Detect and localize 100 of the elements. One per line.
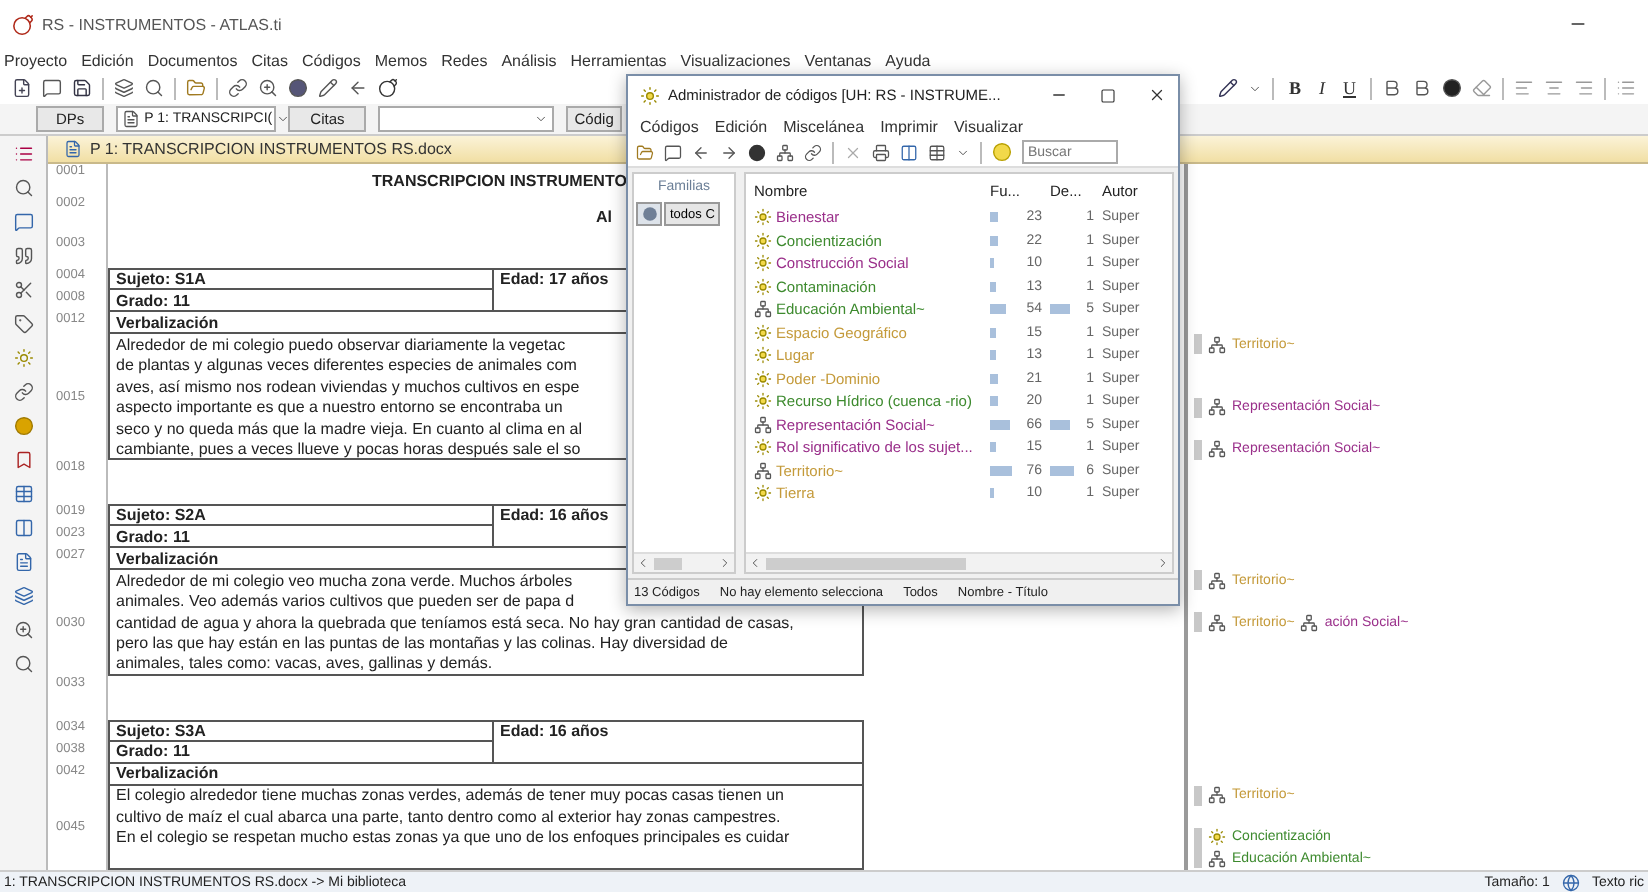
maximize-icon[interactable]	[1100, 87, 1116, 103]
zoom-in-icon[interactable]	[13, 620, 33, 640]
menu-item[interactable]: Redes	[441, 51, 488, 69]
comment-icon[interactable]	[42, 78, 62, 98]
scroll-right-icon[interactable]	[1156, 556, 1170, 570]
zoom-icon[interactable]	[258, 78, 278, 98]
quote-icon[interactable]	[13, 246, 33, 266]
layers-icon[interactable]	[114, 78, 134, 98]
menu-item[interactable]: Proyecto	[4, 51, 68, 69]
bookmark-icon[interactable]	[13, 450, 33, 470]
circle-icon[interactable]	[288, 78, 308, 98]
align-left-icon[interactable]	[1514, 78, 1534, 98]
menu-item[interactable]: Edición	[81, 51, 134, 69]
scroll-left-icon[interactable]	[748, 556, 762, 570]
sun-icon	[754, 438, 772, 457]
caret-icon[interactable]	[956, 145, 970, 159]
scissors-icon[interactable]	[13, 280, 33, 300]
comment-icon[interactable]	[13, 212, 33, 232]
menu-item[interactable]: Miscelánea	[783, 117, 865, 135]
menu-item[interactable]: Códigos	[640, 117, 699, 135]
circle-icon[interactable]	[748, 143, 766, 161]
layers-icon[interactable]	[13, 586, 33, 606]
paragraph-line: cambiante, pues a veces llueve y pocas horas después sale el so	[116, 439, 581, 458]
paragraph-line: cantidad de agua y ahora la quebrada que teníamos está seca. No hay gran cantidad de casas,	[116, 613, 794, 632]
list-icon[interactable]	[1616, 78, 1636, 98]
sun-icon	[754, 369, 772, 388]
table-icon[interactable]	[928, 143, 946, 161]
menu-item[interactable]: Ayuda	[885, 51, 931, 69]
margin-bracket	[1194, 439, 1202, 460]
format-button[interactable]: I	[1315, 78, 1329, 98]
globe-icon[interactable]	[1561, 873, 1580, 891]
frequency-bar	[990, 373, 998, 384]
tag-icon[interactable]	[13, 314, 33, 334]
bomb-icon[interactable]	[378, 78, 398, 98]
search-icon[interactable]	[144, 78, 164, 98]
columns-icon[interactable]	[900, 143, 918, 161]
menu-item[interactable]: Visualizaciones	[680, 51, 791, 69]
sun-icon	[754, 254, 772, 273]
document-icon[interactable]	[13, 552, 33, 572]
paragraph-line: animales, tales como: vacas, aves, gallinas y demás.	[116, 654, 493, 673]
section-heading: Verbalización	[116, 764, 219, 782]
format-button[interactable]: B	[1284, 78, 1305, 98]
horizontal-scrollbar[interactable]	[746, 552, 1172, 572]
menu-item[interactable]: Herramientas	[570, 51, 667, 69]
menu-item[interactable]: Edición	[714, 117, 768, 135]
menu-item[interactable]: Memos	[374, 51, 428, 69]
columns-icon[interactable]	[13, 518, 33, 538]
back-icon[interactable]	[348, 78, 368, 98]
caret-icon	[276, 112, 291, 126]
menu-item[interactable]: Ventanas	[804, 51, 872, 69]
scroll-left-icon[interactable]	[636, 556, 650, 570]
family-icon-button[interactable]	[636, 202, 662, 226]
network-icon	[1208, 440, 1226, 459]
frequency-bar	[990, 212, 999, 223]
pencil-icon[interactable]	[1218, 78, 1239, 98]
forward-icon[interactable]	[720, 143, 738, 161]
menu-item[interactable]: Documentos	[147, 51, 238, 69]
menu-item[interactable]: Códigos	[301, 51, 361, 69]
align-right-icon[interactable]	[1574, 78, 1594, 98]
color-icon[interactable]	[1442, 78, 1462, 98]
sun-icon	[754, 484, 772, 503]
network-icon	[1208, 571, 1226, 590]
link-icon[interactable]	[804, 143, 822, 161]
network-icon	[1208, 849, 1226, 868]
scroll-right-icon[interactable]	[718, 556, 732, 570]
document-tab[interactable]: P 1: TRANSCRIPCION INSTRUMENTOS RS.docx	[90, 140, 452, 158]
folder-icon[interactable]	[636, 143, 654, 161]
menu-item[interactable]: Visualizar	[953, 117, 1024, 135]
network-icon[interactable]	[776, 143, 794, 161]
comment-icon[interactable]	[664, 143, 682, 161]
paragraph-line: El colegio alrededor tiene muchas zonas verdes, además de tener muy pocas casas tienen un	[116, 786, 784, 805]
network-icon	[1208, 398, 1226, 417]
close-icon[interactable]	[1148, 86, 1166, 104]
pencil-icon[interactable]	[318, 78, 338, 98]
paragraph-line: pero las que hay están en las puntas de las montañas y las colinas. Hay diversidad de	[116, 634, 728, 653]
add-file-icon[interactable]	[12, 78, 32, 98]
paragraph-line: cultivo de maíz el cual abarca una parte, tanto dentro como al exterior hay zonas campestres.	[116, 807, 781, 826]
sun-icon	[754, 346, 772, 365]
back-icon[interactable]	[692, 143, 710, 161]
menu-item[interactable]: Imprimir	[880, 117, 938, 135]
print-icon[interactable]	[872, 143, 890, 161]
caret-icon[interactable]	[1248, 81, 1263, 95]
link-icon[interactable]	[228, 78, 248, 98]
table-icon[interactable]	[13, 484, 33, 504]
menu-item[interactable]: Citas	[251, 51, 288, 69]
margin-bracket	[1194, 785, 1202, 806]
align-center-icon[interactable]	[1544, 78, 1564, 98]
menu-item[interactable]: Análisis	[501, 51, 557, 69]
grade-label: Grado: 11	[116, 742, 190, 760]
folder-icon[interactable]	[186, 78, 206, 98]
search-icon[interactable]	[13, 178, 33, 198]
eraser-icon[interactable]	[1472, 78, 1492, 98]
sun-icon	[754, 208, 772, 227]
save-icon[interactable]	[72, 78, 92, 98]
network-icon	[754, 300, 772, 319]
sun-icon	[754, 323, 772, 342]
format-button[interactable]: U	[1339, 78, 1360, 98]
zoom-out-icon[interactable]	[13, 654, 33, 674]
horizontal-scrollbar[interactable]	[634, 552, 734, 572]
link-icon[interactable]	[13, 382, 33, 402]
